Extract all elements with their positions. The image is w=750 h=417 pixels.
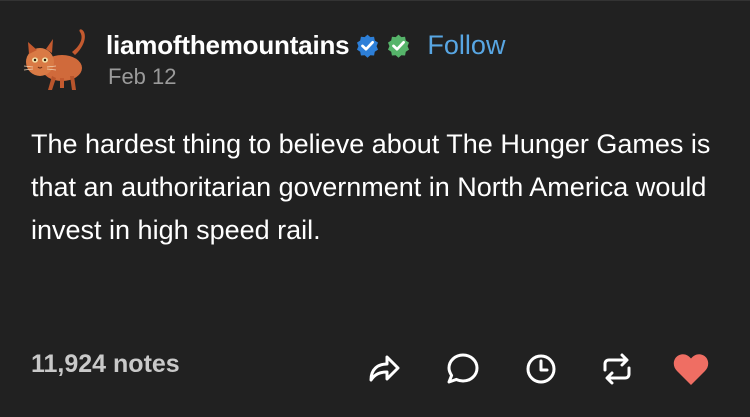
follow-button[interactable]: Follow	[427, 30, 505, 61]
reblog-icon	[603, 353, 631, 385]
history-button[interactable]	[521, 349, 561, 389]
verified-green-icon	[388, 34, 410, 58]
reply-button[interactable]	[443, 349, 483, 389]
avatar[interactable]	[20, 26, 96, 96]
like-icon	[673, 354, 709, 385]
username-link[interactable]: liamofthemountains	[106, 30, 350, 61]
top-divider	[0, 0, 750, 1]
notes-count[interactable]: 11,924 notes	[31, 350, 180, 379]
post-body: The hardest thing to believe about The H…	[31, 129, 711, 245]
like-button[interactable]	[671, 349, 711, 389]
share-icon	[369, 355, 400, 382]
post-header: liamofthemountains Follow	[106, 30, 505, 60]
share-button[interactable]	[364, 349, 404, 389]
history-icon	[526, 354, 556, 384]
reply-icon	[447, 353, 479, 384]
post-date[interactable]: Feb 12	[108, 64, 177, 90]
verified-blue-icon	[357, 34, 379, 58]
reblog-button[interactable]	[597, 349, 637, 389]
